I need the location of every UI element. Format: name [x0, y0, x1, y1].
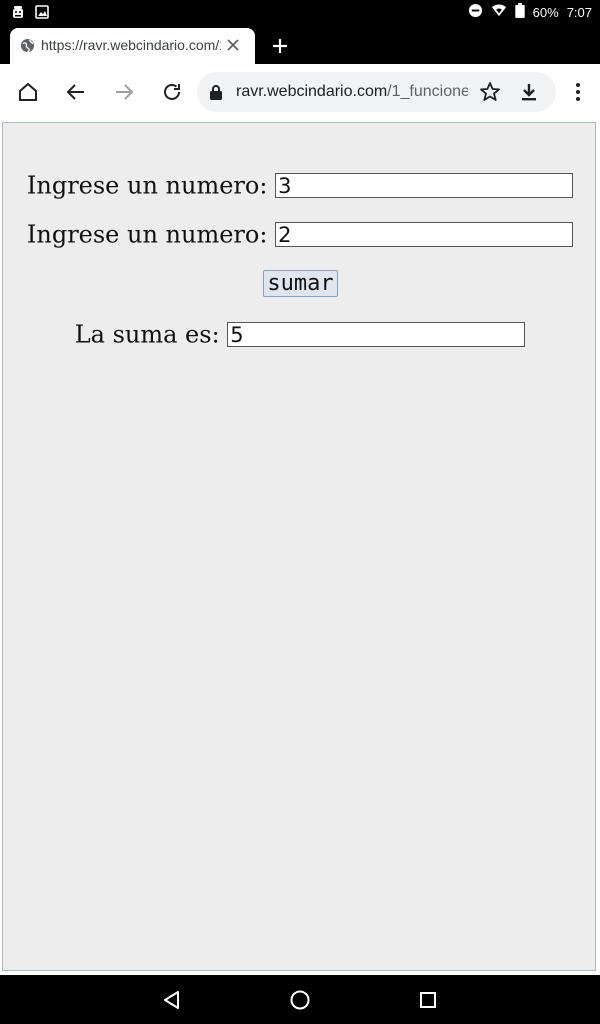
reload-icon[interactable]	[160, 80, 184, 104]
second-number-label: Ingrese un numero:	[26, 220, 268, 249]
browser-tab[interactable]: https://ravr.webcindario.com/1_funciones	[10, 28, 255, 64]
back-arrow-icon[interactable]	[64, 80, 88, 104]
result-label: La suma es:	[74, 320, 220, 349]
status-bar: 60% 7:07	[0, 0, 600, 24]
page-content: Ingrese un numero: Ingrese un numero: su…	[2, 122, 596, 971]
download-icon[interactable]	[517, 80, 541, 109]
home-circle-icon[interactable]	[288, 988, 312, 1012]
status-left-icons	[10, 4, 50, 25]
sumar-button[interactable]: sumar	[263, 270, 338, 297]
globe-icon	[20, 38, 35, 58]
forward-arrow-icon[interactable]	[112, 80, 136, 104]
battery-percent: 60%	[532, 5, 559, 20]
tab-title: https://ravr.webcindario.com/1_funciones	[41, 37, 221, 53]
star-icon[interactable]	[478, 80, 502, 109]
first-number-label: Ingrese un numero:	[26, 171, 268, 200]
url-host: ravr.webcindario.com	[236, 83, 388, 100]
clock: 7:07	[566, 5, 592, 20]
status-right: 60% 7:07	[468, 3, 592, 23]
first-number-input[interactable]	[275, 173, 574, 198]
web-viewport: Ingrese un numero: Ingrese un numero: su…	[0, 120, 600, 975]
back-triangle-icon[interactable]	[160, 988, 184, 1012]
url-path: /1_funciones	[387, 83, 468, 100]
result-row: La suma es:	[3, 319, 597, 349]
recents-square-icon[interactable]	[416, 988, 440, 1012]
result-input[interactable]	[227, 322, 526, 347]
first-number-row: Ingrese un numero:	[3, 170, 597, 200]
image-icon	[34, 4, 50, 25]
lock-icon[interactable]	[209, 84, 223, 105]
android-robot-icon	[10, 4, 26, 25]
battery-icon	[514, 3, 525, 23]
do-not-disturb-icon	[468, 3, 483, 23]
phone-screen: 60% 7:07 https://ravr.webcindario.com/1_…	[0, 0, 600, 1024]
browser-toolbar: ravr.webcindario.com/1_funciones	[0, 64, 600, 120]
more-vert-icon[interactable]	[566, 80, 590, 109]
tab-strip: https://ravr.webcindario.com/1_funciones	[0, 24, 600, 64]
wifi-icon	[491, 3, 507, 23]
omnibox[interactable]: ravr.webcindario.com/1_funciones	[197, 72, 556, 112]
new-tab-plus-icon[interactable]	[270, 36, 290, 61]
second-number-row: Ingrese un numero:	[3, 219, 597, 249]
navigation-bar	[0, 976, 600, 1024]
close-tab-icon[interactable]	[224, 36, 242, 59]
home-icon[interactable]	[16, 80, 40, 104]
second-number-input[interactable]	[275, 222, 574, 247]
url-text[interactable]: ravr.webcindario.com/1_funciones	[236, 82, 468, 102]
